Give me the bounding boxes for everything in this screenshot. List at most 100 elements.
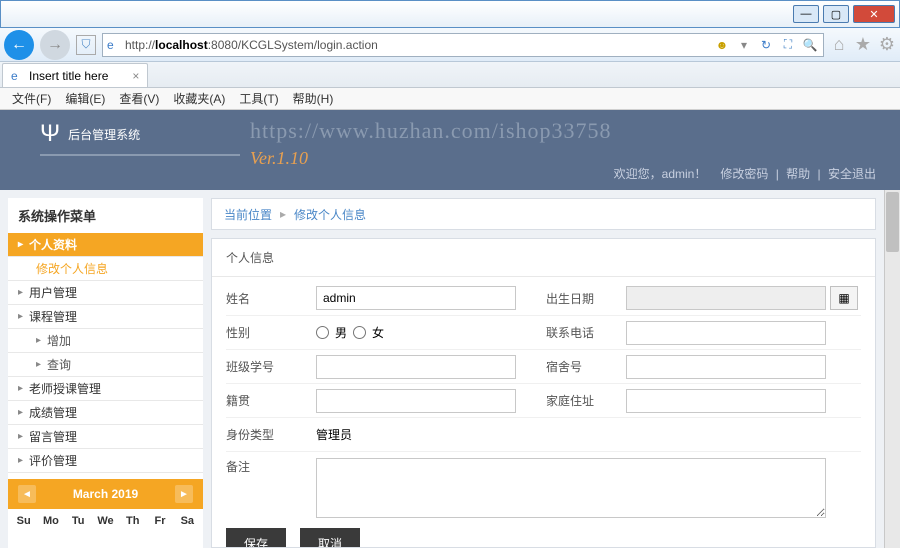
menu-file[interactable]: 文件(F): [6, 88, 57, 109]
app-header: Ψ 后台管理系统 https://www.huzhan.com/ishop337…: [0, 110, 900, 190]
home-icon[interactable]: ⌂: [830, 36, 848, 54]
input-birth[interactable]: [626, 286, 826, 310]
menu-edit[interactable]: 编辑(E): [59, 88, 111, 109]
sidebar-item-0[interactable]: ▸ 个人资料: [8, 233, 203, 257]
maximize-button[interactable]: ▢: [823, 5, 849, 23]
forward-button[interactable]: →: [40, 30, 70, 60]
save-button[interactable]: 保存: [226, 528, 286, 548]
cal-day-header: Su: [10, 515, 37, 527]
label-birth: 出生日期: [546, 290, 626, 307]
input-phone[interactable]: [626, 321, 826, 345]
back-button[interactable]: ←: [4, 30, 34, 60]
cal-day-header: Fr: [146, 515, 173, 527]
browser-tab[interactable]: e Insert title here ×: [2, 63, 148, 87]
value-idtype: 管理员: [316, 426, 546, 443]
logo-icon: Ψ: [40, 120, 60, 148]
label-class: 班级学号: [226, 358, 316, 375]
url-text: http://localhost:8080/KCGLSystem/login.a…: [125, 38, 709, 52]
sidebar-item-9[interactable]: ▸ 评价管理: [8, 449, 203, 473]
tab-close-icon[interactable]: ×: [132, 69, 139, 83]
search-icon[interactable]: 🔍: [801, 36, 819, 54]
radio-male[interactable]: [316, 326, 329, 339]
link-change-password[interactable]: 修改密码: [720, 167, 768, 181]
tab-favicon: e: [11, 69, 25, 83]
calendar-widget: ◄ March 2019 ► SuMoTuWeThFrSa: [8, 479, 203, 533]
sidebar-item-8[interactable]: ▸留言管理: [8, 425, 203, 449]
sidebar-item-label: 评价管理: [29, 452, 77, 469]
sidebar-item-label: 个人资料: [29, 236, 77, 253]
input-address[interactable]: [626, 389, 826, 413]
refresh-icon[interactable]: ↻: [757, 36, 775, 54]
input-remark[interactable]: [316, 458, 826, 518]
tab-title: Insert title here: [29, 69, 108, 83]
cal-day-header: Th: [119, 515, 146, 527]
user-bar: 欢迎您，admin！ 修改密码 | 帮助 | 安全退出: [614, 165, 880, 182]
menu-view[interactable]: 查看(V): [113, 88, 165, 109]
favorites-icon[interactable]: ★: [854, 36, 872, 54]
radio-female[interactable]: [353, 326, 366, 339]
cal-month: March 2019: [73, 487, 138, 501]
chevron-right-icon: ▸: [18, 287, 23, 298]
breadcrumb-label: 当前位置: [224, 206, 272, 223]
cal-day-header: Tu: [65, 515, 92, 527]
minimize-button[interactable]: —: [793, 5, 819, 23]
cal-prev-icon[interactable]: ◄: [18, 485, 36, 503]
form-panel: 个人信息 姓名 出生日期 ▦ 性别 男 女 联系电话: [211, 238, 876, 548]
sidebar-item-1[interactable]: 修改个人信息: [8, 257, 203, 281]
ie-icon: e: [107, 38, 121, 52]
menu-favorites[interactable]: 收藏夹(A): [167, 88, 231, 109]
sidebar-title: 系统操作菜单: [8, 198, 203, 233]
breadcrumb: 当前位置 ▸ 修改个人信息: [211, 198, 876, 230]
welcome-text: 欢迎您，admin！: [614, 167, 707, 181]
label-address: 家庭住址: [546, 392, 626, 409]
watermark-text: https://www.huzhan.com/ishop33758: [250, 118, 612, 144]
translate-icon[interactable]: ⛶: [779, 36, 797, 54]
ie-menubar: 文件(F) 编辑(E) 查看(V) 收藏夹(A) 工具(T) 帮助(H): [0, 88, 900, 110]
sidebar: 系统操作菜单 ▸个人资料修改个人信息▸用户管理▸课程管理▸增加▸查询▸老师授课管…: [8, 198, 203, 548]
chevron-right-icon: ▸: [18, 311, 23, 322]
tab-bar: e Insert title here ×: [0, 62, 900, 88]
version-text: Ver.1.10: [250, 148, 308, 169]
input-name[interactable]: [316, 286, 516, 310]
label-phone: 联系电话: [546, 324, 626, 341]
sidebar-item-label: 课程管理: [29, 308, 77, 325]
chevron-right-icon: ▸: [36, 359, 41, 370]
label-gender: 性别: [226, 324, 316, 341]
menu-help[interactable]: 帮助(H): [287, 88, 340, 109]
sidebar-item-label: 增加: [47, 332, 71, 349]
label-name: 姓名: [226, 290, 316, 307]
address-bar[interactable]: e http://localhost:8080/KCGLSystem/login…: [102, 33, 824, 57]
input-dorm[interactable]: [626, 355, 826, 379]
sidebar-item-2[interactable]: ▸ 用户管理: [8, 281, 203, 305]
sidebar-item-5[interactable]: ▸查询: [8, 353, 203, 377]
settings-icon[interactable]: ⚙: [878, 36, 896, 54]
link-logout[interactable]: 安全退出: [828, 167, 876, 181]
app-title: 后台管理系统: [68, 126, 140, 143]
chevron-right-icon: ▸: [18, 455, 23, 466]
link-help[interactable]: 帮助: [786, 167, 810, 181]
menu-tools[interactable]: 工具(T): [233, 88, 284, 109]
chevron-right-icon: ▸: [18, 239, 23, 250]
scrollbar-thumb[interactable]: [886, 192, 899, 252]
chevron-right-icon: ▸: [18, 383, 23, 394]
breadcrumb-current: 修改个人信息: [294, 206, 366, 223]
input-class[interactable]: [316, 355, 516, 379]
window-titlebar: — ▢ ✕: [0, 0, 900, 28]
dropdown-icon[interactable]: ▾: [735, 36, 753, 54]
vertical-scrollbar[interactable]: [884, 190, 900, 548]
sidebar-item-7[interactable]: ▸成绩管理: [8, 401, 203, 425]
cal-next-icon[interactable]: ►: [175, 485, 193, 503]
label-remark: 备注: [226, 458, 316, 475]
sidebar-item-label: 用户管理: [29, 284, 77, 301]
input-native[interactable]: [316, 389, 516, 413]
calendar-picker-icon[interactable]: ▦: [830, 286, 858, 310]
panel-title: 个人信息: [212, 239, 875, 277]
cancel-button[interactable]: 取消: [300, 528, 360, 548]
security-shield-icon[interactable]: ⛉: [76, 35, 96, 55]
sidebar-item-3[interactable]: ▸ 课程管理: [8, 305, 203, 329]
emoji-icon[interactable]: ☻: [713, 36, 731, 54]
sidebar-item-4[interactable]: ▸增加: [8, 329, 203, 353]
label-dorm: 宿舍号: [546, 358, 626, 375]
close-button[interactable]: ✕: [853, 5, 895, 23]
sidebar-item-6[interactable]: ▸老师授课管理: [8, 377, 203, 401]
